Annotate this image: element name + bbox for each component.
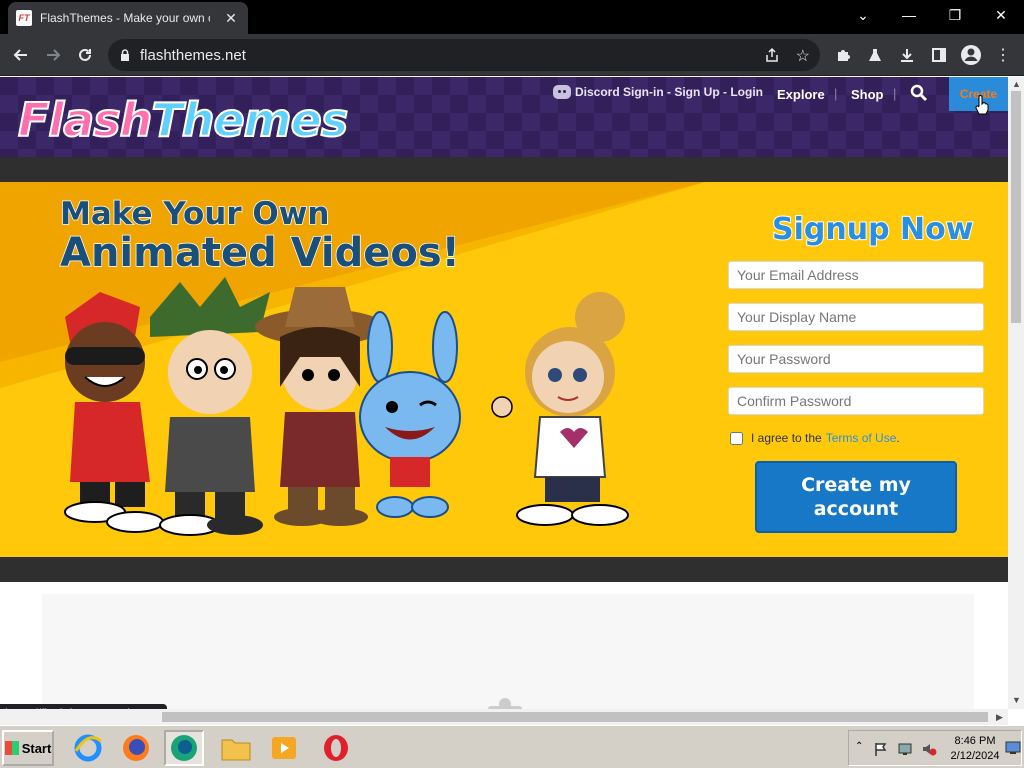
display-name-field[interactable] [728, 303, 984, 331]
tab-search-icon[interactable]: ⌄ [840, 0, 886, 30]
browser-tab[interactable]: FT FlashThemes - Make your own car ✕ [8, 2, 248, 34]
horizontal-scrollbar[interactable]: ▶ [0, 709, 1008, 725]
password-field[interactable] [728, 345, 984, 373]
system-clock[interactable]: 8:46 PM 2/12/2024 [945, 734, 1005, 764]
restore-icon[interactable]: ❐ [932, 0, 978, 30]
agree-text: I agree to the [751, 431, 822, 445]
vertical-scrollbar[interactable]: ▲ ▼ [1008, 77, 1024, 709]
signup-title: Signup Now [771, 211, 974, 248]
firefox-icon[interactable] [116, 730, 156, 766]
lock-icon [121, 49, 129, 61]
email-field[interactable] [728, 261, 984, 289]
character-green-hair [150, 277, 270, 536]
clock-time: 8:46 PM [954, 735, 996, 747]
network-icon[interactable] [897, 741, 913, 757]
screen: { "browser": { "tab": { "title": "FlashT… [0, 0, 1024, 768]
opera-icon[interactable] [316, 730, 356, 766]
flashthemes-logo[interactable]: FlashThemes [17, 92, 349, 148]
hero-banner: Make Your Own Animated Videos! Signup No… [0, 182, 1008, 557]
extensions-icon[interactable] [830, 42, 856, 68]
search-icon[interactable] [910, 84, 930, 104]
labs-flask-icon[interactable] [862, 42, 888, 68]
share-icon[interactable] [764, 47, 780, 68]
hand-cursor-icon [975, 95, 989, 115]
character-blue-bunny [359, 311, 461, 518]
tab-title: FlashThemes - Make your own car [40, 11, 210, 25]
action-center-flag-icon[interactable] [873, 741, 889, 757]
menu-kebab-icon[interactable]: ⋮ [990, 42, 1016, 68]
back-icon[interactable] [8, 42, 34, 68]
site-favicon-icon: FT [16, 10, 32, 26]
bookmark-star-icon[interactable]: ☆ [796, 46, 810, 66]
terms-of-use-link[interactable]: Terms of Use [826, 431, 897, 445]
character-blonde-girl [491, 292, 629, 526]
discord-signin-label: Discord Sign-in - Sign Up - Login [575, 85, 763, 99]
tab-close-icon[interactable]: ✕ [222, 10, 240, 27]
character-red-hoodie [64, 292, 164, 533]
vertical-scroll-thumb[interactable] [1011, 91, 1021, 323]
hero-title-line1: Make Your Own [59, 195, 330, 233]
cartoon-characters-illustration [64, 277, 629, 536]
terms-agreement: I agree to the Terms of Use. [730, 431, 900, 445]
hero-title-line2: Animated Videos! [59, 229, 460, 277]
nav-separator: | [893, 86, 897, 101]
minimize-icon[interactable]: — [886, 0, 932, 30]
internet-explorer-icon[interactable] [68, 730, 108, 766]
create-account-button[interactable]: Create my account [755, 461, 957, 533]
confirm-password-field[interactable] [728, 387, 984, 415]
nav-shop[interactable]: Shop [851, 87, 884, 102]
show-desktop-icon[interactable] [1005, 741, 1021, 755]
page-body [0, 582, 1008, 714]
profile-avatar-icon[interactable] [958, 42, 984, 68]
show-hidden-icons-icon[interactable]: ⌃ [855, 741, 863, 752]
horizontal-scroll-thumb[interactable] [162, 712, 988, 722]
side-panel-icon[interactable] [926, 42, 952, 68]
close-window-icon[interactable]: ✕ [978, 0, 1024, 30]
nav-separator: | [834, 86, 838, 101]
volume-muted-icon[interactable] [921, 741, 937, 757]
scroll-down-icon[interactable]: ▼ [1012, 695, 1021, 705]
browser-tabstrip: FT FlashThemes - Make your own car ✕ ⌄ —… [0, 0, 1024, 34]
forward-icon[interactable] [40, 42, 66, 68]
discord-icon [553, 85, 571, 99]
content-panel [42, 594, 974, 714]
scroll-up-icon[interactable]: ▲ [1012, 79, 1021, 89]
system-tray: ⌃ 8:46 PM 2/12/2024 [848, 730, 1022, 766]
agree-terms-checkbox[interactable] [730, 431, 743, 445]
edge-browser-icon[interactable] [164, 730, 204, 766]
scroll-right-icon[interactable]: ▶ [996, 712, 1003, 723]
browser-toolbar: flashthemes.net ☆ ⋮ [0, 34, 1024, 76]
hero-divider [0, 557, 1008, 582]
url-text: flashthemes.net [140, 46, 246, 64]
site-header: FlashThemes Discord Sign-in - Sign Up - … [0, 77, 1008, 157]
file-explorer-icon[interactable] [216, 730, 256, 766]
address-bar[interactable]: flashthemes.net ☆ [108, 39, 820, 71]
clock-date: 2/12/2024 [950, 750, 1000, 762]
start-button[interactable]: Start [2, 730, 54, 766]
reload-icon[interactable] [72, 42, 98, 68]
media-player-icon[interactable] [264, 730, 304, 766]
discord-signin-link[interactable]: Discord Sign-in - Sign Up - Login [553, 85, 763, 99]
header-divider [0, 157, 1008, 182]
download-icon[interactable] [894, 42, 920, 68]
taskbar: Start ⌃ 8:46 PM 2/12/2024 [0, 725, 1024, 768]
windows-flag-icon [4, 741, 19, 755]
nav-explore[interactable]: Explore [777, 87, 825, 102]
